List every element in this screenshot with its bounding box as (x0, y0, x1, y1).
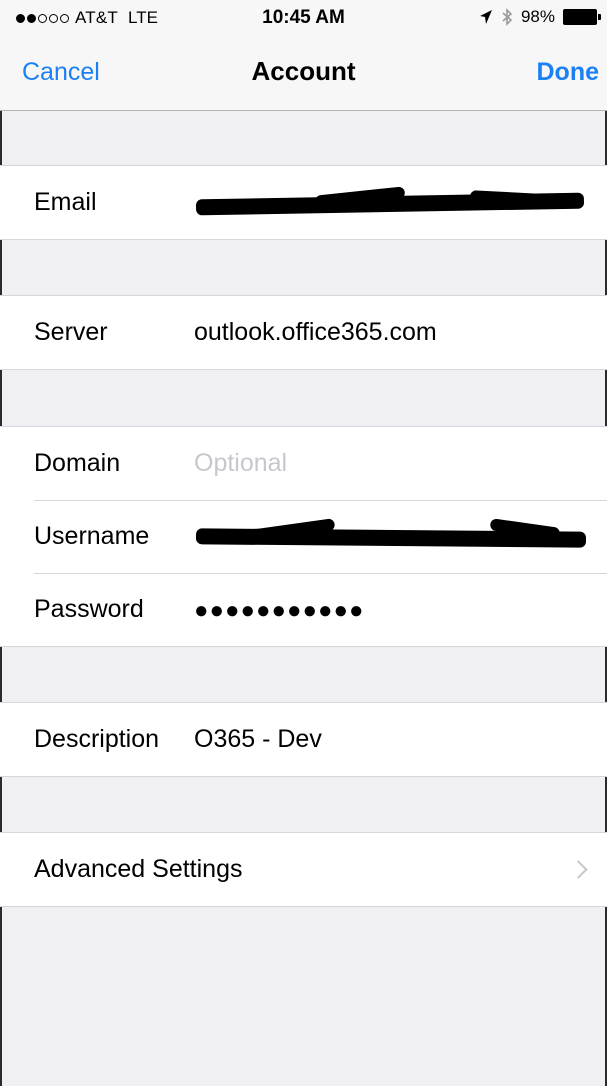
username-label: Username (34, 522, 150, 550)
username-row[interactable]: Username (0, 500, 607, 573)
location-arrow-icon (479, 10, 492, 24)
status-bar: AT&T LTE 10:45 AM 98% (0, 0, 607, 36)
server-row[interactable]: Server outlook.office365.com (0, 296, 607, 369)
advanced-group: Advanced Settings (0, 832, 607, 907)
password-row[interactable]: Password ●●●●●●●●●●● (0, 573, 607, 646)
email-group: Email (0, 165, 607, 240)
done-button[interactable]: Done (537, 58, 600, 87)
credentials-group: Domain Optional Username Password ●●●●●●… (0, 426, 607, 647)
email-row[interactable]: Email (0, 166, 607, 239)
status-right: 98% (479, 7, 601, 27)
domain-row[interactable]: Domain Optional (0, 427, 607, 500)
domain-field[interactable]: Optional (194, 449, 287, 478)
server-group: Server outlook.office365.com (0, 295, 607, 370)
password-label: Password (34, 595, 144, 623)
description-group: Description O365 - Dev (0, 702, 607, 777)
password-field[interactable]: ●●●●●●●●●●● (194, 597, 364, 625)
navigation-bar: Cancel Account Done (0, 36, 607, 111)
page-title: Account (251, 56, 356, 86)
chevron-right-icon (569, 860, 588, 879)
description-field[interactable]: O365 - Dev (194, 725, 322, 754)
server-field[interactable]: outlook.office365.com (194, 318, 437, 347)
email-label: Email (34, 188, 97, 216)
bluetooth-icon (502, 8, 513, 26)
advanced-settings-row[interactable]: Advanced Settings (0, 833, 607, 906)
domain-label: Domain (34, 449, 121, 477)
server-label: Server (34, 318, 108, 346)
advanced-settings-label: Advanced Settings (34, 855, 243, 883)
description-label: Description (34, 725, 160, 753)
battery-icon (563, 9, 601, 25)
battery-percent: 98% (520, 7, 555, 26)
description-row[interactable]: Description O365 - Dev (0, 703, 607, 776)
